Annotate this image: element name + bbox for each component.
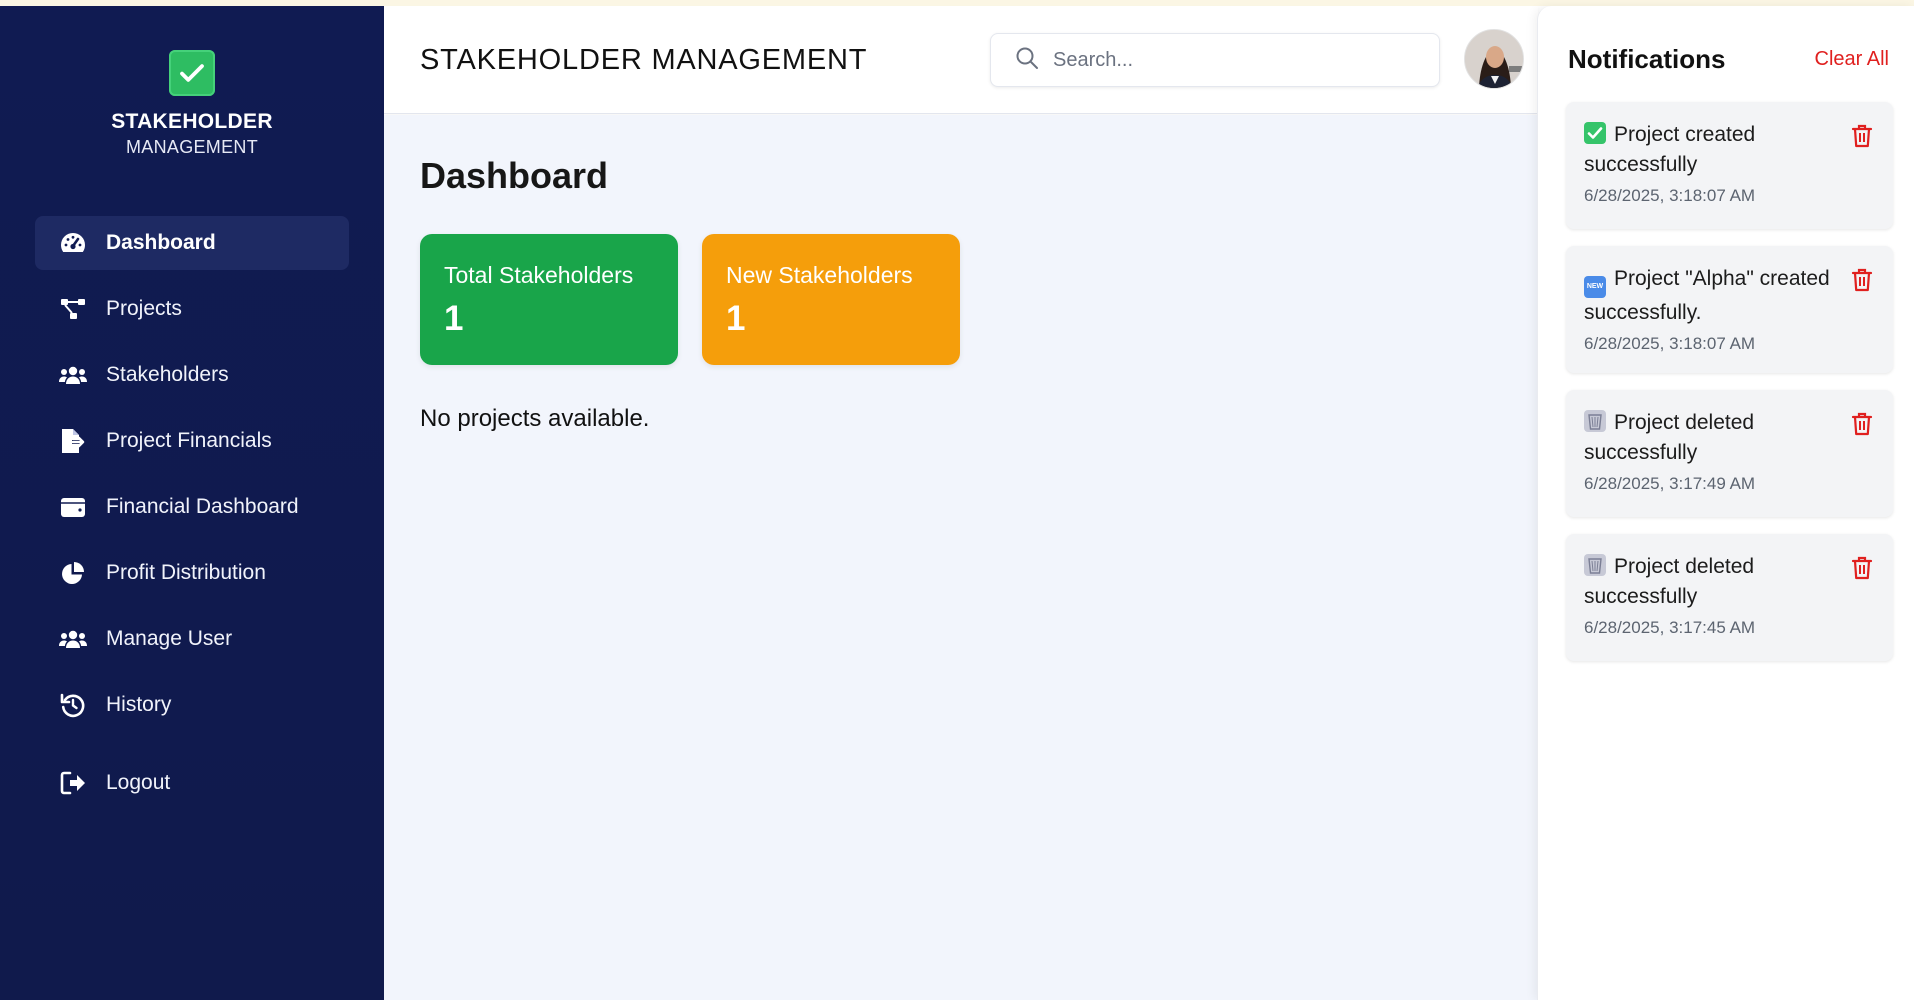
notification-time: 6/28/2025, 3:18:07 AM [1584,186,1756,205]
check-mark-emoji-icon [1584,122,1606,144]
sidebar-item-label: Financial Dashboard [106,495,299,518]
notification-item: Project created successfully 6/28/2025, … [1566,102,1893,229]
wastebasket-emoji-icon [1584,554,1606,576]
notification-item: Project deleted successfully 6/28/2025, … [1566,534,1893,661]
brand-subtitle: MANAGEMENT [125,137,258,157]
stats-cards: Total Stakeholders 1 New Stakeholders 1 [420,234,984,365]
new-emoji-icon: NEW [1584,276,1606,298]
notification-message-row: Project deleted successfully [1584,552,1854,612]
wastebasket-emoji-icon [1584,410,1606,432]
sidebar-item-label: Projects [106,297,182,320]
notification-message: Project "Alpha" created successfully. [1584,267,1830,324]
sidebar-nav: Dashboard Projects Stakeholders Project … [35,216,349,822]
notification-list: Project created successfully 6/28/2025, … [1566,102,1893,678]
brand-title: STAKEHOLDER [111,110,273,133]
main-content: Dashboard Total Stakeholders 1 New Stake… [384,115,1538,1000]
clear-all-button[interactable]: Clear All [1815,48,1889,71]
sign-out-icon [59,769,87,797]
trash-icon[interactable] [1851,124,1873,148]
card-label: New Stakeholders [726,262,913,288]
sidebar-item-financial-dashboard[interactable]: Financial Dashboard [35,480,349,534]
sidebar-item-label: Manage User [106,627,233,650]
notifications-title: Notifications [1568,44,1726,74]
logout-button[interactable]: Logout [35,756,349,810]
check-square-icon [169,50,215,96]
card-value: 1 [444,299,464,338]
avatar[interactable] [1464,29,1524,89]
sidebar: STAKEHOLDER MANAGEMENT Dashboard Project… [0,6,384,1000]
total-stakeholders-card[interactable]: Total Stakeholders 1 [420,234,678,365]
card-value: 1 [726,299,746,338]
notification-time: 6/28/2025, 3:17:45 AM [1584,618,1756,637]
users-icon [59,625,87,653]
new-stakeholders-card[interactable]: New Stakeholders 1 [702,234,960,365]
pie-chart-icon [59,559,87,587]
sidebar-item-dashboard[interactable]: Dashboard [35,216,349,270]
sidebar-item-stakeholders[interactable]: Stakeholders [35,348,349,402]
notification-message: Project deleted successfully [1584,411,1755,464]
brand: STAKEHOLDER MANAGEMENT [0,50,384,158]
notification-message-row: Project created successfully [1584,120,1854,180]
sidebar-item-label: Project Financials [106,429,272,452]
app-title: STAKEHOLDER MANAGEMENT [420,44,868,76]
page-title: Dashboard [420,155,609,196]
sidebar-item-profit-distribution[interactable]: Profit Distribution [35,546,349,600]
sidebar-item-label: Stakeholders [106,363,229,386]
gauge-icon [59,229,87,257]
search-box[interactable] [990,33,1440,87]
sidebar-item-history[interactable]: History [35,678,349,732]
search-icon [1015,46,1039,75]
sidebar-item-label: History [106,693,172,716]
search-input[interactable] [1053,48,1433,72]
file-export-icon [59,427,87,455]
notification-time: 6/28/2025, 3:18:07 AM [1584,334,1756,353]
sidebar-item-projects[interactable]: Projects [35,282,349,336]
top-header: STAKEHOLDER MANAGEMENT [384,6,1538,114]
sidebar-item-label: Dashboard [106,231,216,254]
notification-message-row: NEW Project "Alpha" created successfully. [1584,264,1854,328]
history-icon [59,691,87,719]
sidebar-item-label: Profit Distribution [106,561,266,584]
trash-icon[interactable] [1851,412,1873,436]
trash-icon[interactable] [1851,268,1873,292]
card-label: Total Stakeholders [444,262,634,288]
notifications-panel: Notifications Clear All Project created … [1537,6,1914,1000]
project-diagram-icon [59,295,87,323]
notification-message: Project created successfully [1584,123,1756,176]
notification-message: Project deleted successfully [1584,555,1755,608]
notification-item: Project deleted successfully 6/28/2025, … [1566,390,1893,517]
notification-item: NEW Project "Alpha" created successfully.… [1566,246,1893,373]
sidebar-item-project-financials[interactable]: Project Financials [35,414,349,468]
trash-icon[interactable] [1851,556,1873,580]
logout-label: Logout [106,771,171,794]
users-icon [59,361,87,389]
notification-message-row: Project deleted successfully [1584,408,1854,468]
sidebar-item-manage-user[interactable]: Manage User [35,612,349,666]
notification-time: 6/28/2025, 3:17:49 AM [1584,474,1756,493]
empty-projects-message: No projects available. [420,405,650,432]
wallet-icon [59,493,87,521]
